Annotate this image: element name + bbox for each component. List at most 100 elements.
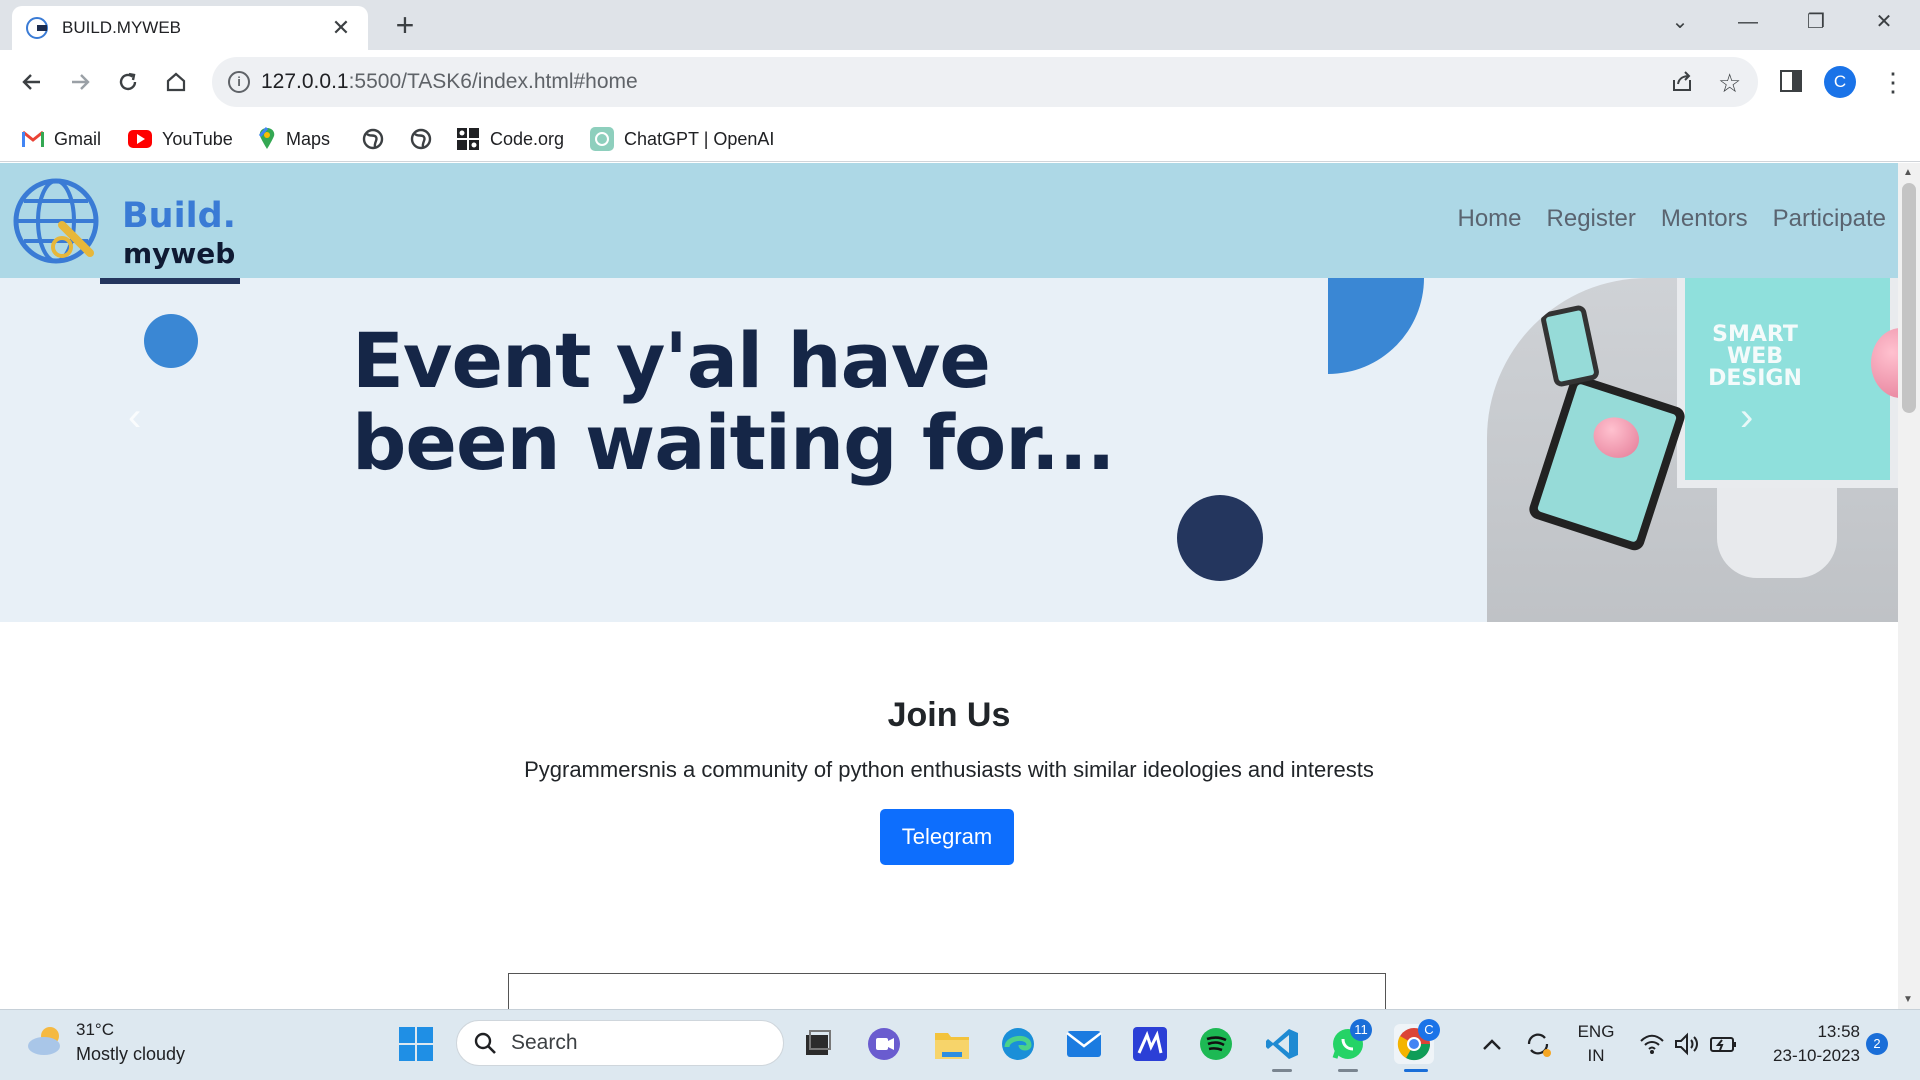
nav-link-register[interactable]: Register	[1547, 205, 1636, 233]
spotify-icon[interactable]	[1196, 1024, 1236, 1064]
bookmark-label: Gmail	[54, 128, 102, 149]
nav-link-home[interactable]: Home	[1458, 205, 1522, 233]
search-icon	[474, 1032, 496, 1054]
globe-wrench-logo-icon	[13, 178, 99, 264]
home-button[interactable]	[158, 64, 194, 100]
globe-icon	[362, 128, 384, 150]
task-view-icon[interactable]	[798, 1024, 838, 1064]
url-host: 127.0.0.1	[261, 70, 349, 93]
brain-image	[1588, 411, 1645, 464]
globe-icon	[410, 128, 432, 150]
edge-browser-icon[interactable]	[998, 1024, 1038, 1064]
weather-temperature[interactable]: 31°C	[76, 1020, 114, 1040]
maps-icon	[258, 127, 276, 151]
bookmark-code-org[interactable]: Code.org	[456, 124, 564, 154]
nav-link-mentors[interactable]: Mentors	[1661, 205, 1748, 233]
browser-tab[interactable]: BUILD.MYWEB ✕	[12, 6, 368, 50]
site-logo[interactable]: Build. myweb	[12, 177, 236, 270]
taskbar-search[interactable]: Search	[456, 1020, 784, 1066]
bookmark-gmail[interactable]: Gmail	[22, 124, 101, 154]
bookmark-maps[interactable]: Maps	[258, 124, 330, 154]
back-button[interactable]	[14, 64, 50, 100]
carousel-next-icon[interactable]: ›	[1740, 395, 1753, 440]
hero-accent-bar	[100, 278, 240, 284]
battery-icon[interactable]	[1704, 1024, 1744, 1064]
language-region[interactable]: IN	[1574, 1046, 1618, 1066]
sync-icon[interactable]	[1518, 1024, 1558, 1064]
decorative-navy-dot	[1177, 495, 1263, 581]
tray-overflow-chevron-icon[interactable]	[1472, 1024, 1512, 1064]
carousel-prev-icon[interactable]: ‹	[128, 395, 141, 440]
minimize-button[interactable]: —	[1728, 8, 1768, 36]
bookmark-youtube[interactable]: YouTube	[128, 124, 233, 154]
share-icon[interactable]	[1670, 70, 1694, 99]
home-icon	[166, 72, 186, 92]
new-tab-button[interactable]: +	[388, 8, 422, 42]
restore-button[interactable]: ❐	[1796, 8, 1836, 36]
chrome-profile-badge: C	[1418, 1019, 1440, 1041]
tab-title: BUILD.MYWEB	[62, 18, 182, 37]
side-panel-icon[interactable]	[1780, 70, 1802, 92]
clock-time[interactable]: 13:58	[1756, 1022, 1860, 1042]
bookmark-globe-1[interactable]	[362, 124, 394, 154]
brain-image	[1871, 328, 1898, 398]
back-arrow-icon	[22, 74, 40, 90]
site-favicon-icon	[26, 17, 48, 39]
notification-badge[interactable]: 2	[1866, 1033, 1888, 1055]
browser-menu-icon[interactable]: ⋮	[1880, 64, 1906, 100]
design-app-icon[interactable]	[1130, 1024, 1170, 1064]
bookmark-star-icon[interactable]: ☆	[1718, 68, 1741, 99]
scroll-up-icon[interactable]: ▲	[1903, 167, 1913, 178]
hero-headline-line2: been waiting for...	[352, 398, 1115, 487]
tablet-image	[1526, 373, 1688, 553]
monitor-stand	[1717, 488, 1837, 578]
file-explorer-icon[interactable]	[932, 1024, 972, 1064]
mail-icon[interactable]	[1064, 1024, 1104, 1064]
url-text[interactable]: 127.0.0.1:5500/TASK6/index.html#home	[261, 70, 638, 94]
bookmark-globe-2[interactable]	[410, 124, 442, 154]
telegram-button[interactable]: Telegram	[880, 809, 1014, 865]
clock-date[interactable]: 23-10-2023	[1756, 1046, 1860, 1066]
site-nav-links: Home Register Mentors Participate	[1433, 205, 1887, 233]
web-page: Build. myweb Home Register Mentors Parti…	[0, 163, 1898, 1009]
teams-chat-icon[interactable]	[864, 1024, 904, 1064]
hero-headline-line1: Event y'al have	[352, 316, 991, 405]
close-window-button[interactable]: ✕	[1864, 8, 1904, 36]
scroll-down-icon[interactable]: ▼	[1903, 994, 1913, 1005]
start-button[interactable]	[396, 1024, 436, 1064]
nav-link-participate[interactable]: Participate	[1773, 205, 1886, 233]
share-glyph	[1673, 71, 1691, 91]
reload-button[interactable]	[110, 64, 146, 100]
bookmark-chatgpt[interactable]: ChatGPT | OpenAI	[590, 124, 774, 154]
close-tab-icon[interactable]: ✕	[328, 15, 354, 41]
monitor-screen-text: SMART WEB DESIGN	[1708, 322, 1802, 391]
vscode-icon[interactable]	[1262, 1024, 1302, 1064]
site-info-icon[interactable]: i	[228, 71, 250, 93]
url-path: :5500/TASK6/index.html#home	[348, 70, 638, 93]
logo-text-myweb: myweb	[123, 237, 236, 270]
youtube-icon	[128, 130, 152, 148]
code-org-icon	[456, 127, 480, 151]
site-navbar: Build. myweb Home Register Mentors Parti…	[0, 163, 1898, 278]
hero-headline: Event y'al have been waiting for...	[352, 320, 1115, 484]
phone-image	[1539, 304, 1601, 388]
weather-cloud-icon[interactable]	[26, 1024, 66, 1058]
search-label: Search	[511, 1031, 578, 1054]
wifi-icon[interactable]	[1632, 1024, 1672, 1064]
embedded-frame	[508, 973, 1386, 1009]
reload-icon	[119, 72, 137, 91]
windows-logo-icon	[399, 1027, 433, 1061]
language-code[interactable]: ENG	[1574, 1022, 1618, 1042]
chrome-active-indicator	[1404, 1069, 1428, 1072]
weather-description[interactable]: Mostly cloudy	[76, 1044, 185, 1065]
bookmark-label: ChatGPT | OpenAI	[624, 128, 775, 149]
monitor-image: SMART WEB DESIGN	[1677, 278, 1898, 488]
tab-search-icon[interactable]: ⌄	[1660, 8, 1700, 36]
volume-icon[interactable]	[1668, 1024, 1708, 1064]
bookmark-label: Code.org	[490, 128, 565, 149]
profile-avatar[interactable]: C	[1824, 66, 1856, 98]
page-scrollbar[interactable]: ▲ ▼	[1898, 163, 1920, 1009]
bookmark-label: Maps	[286, 128, 331, 149]
forward-button[interactable]	[62, 64, 98, 100]
scroll-thumb[interactable]	[1902, 183, 1916, 413]
